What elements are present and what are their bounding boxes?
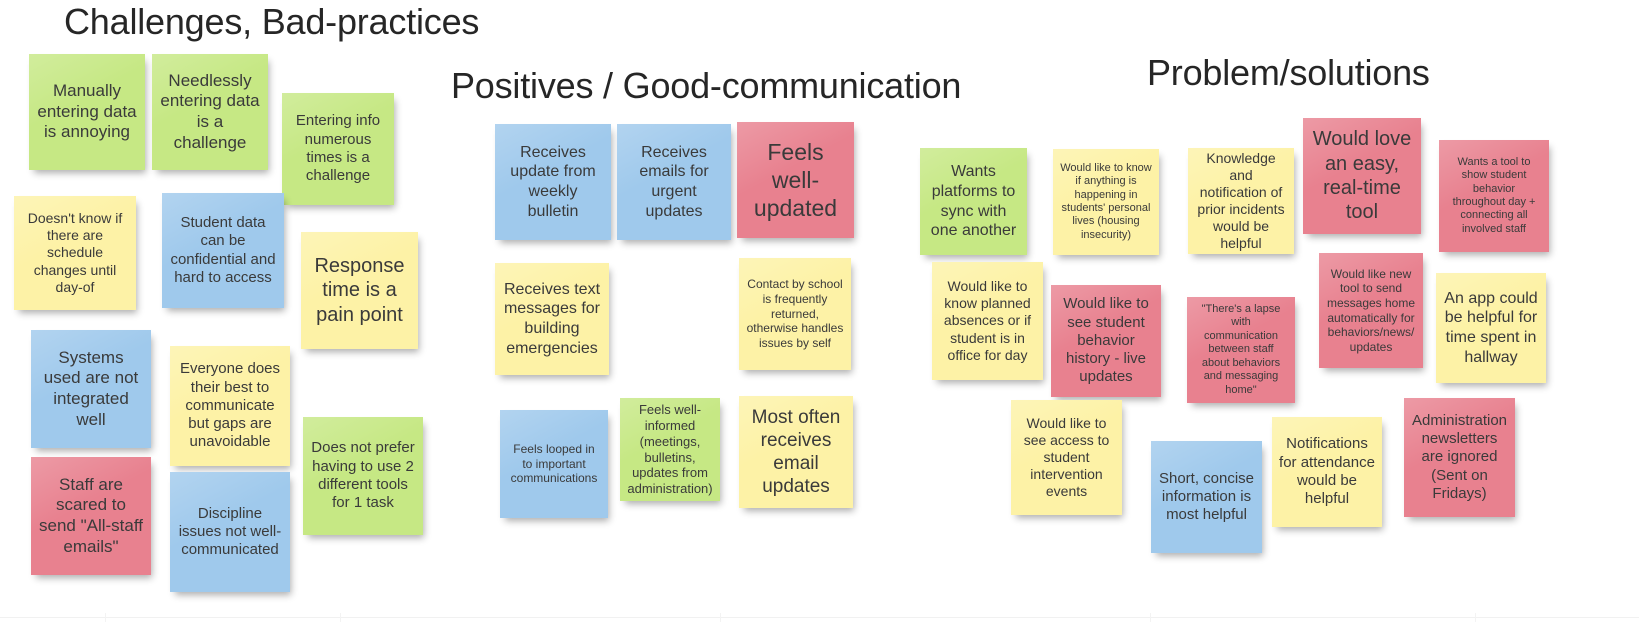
sticky-note-text: An app could be helpful for time spent i…: [1444, 289, 1538, 366]
sticky-note-text: Needlessly entering data is a challenge: [160, 70, 260, 152]
sticky-note-text: Administration newsletters are ignored (…: [1411, 411, 1508, 502]
sticky-note[interactable]: Would like new tool to send messages hom…: [1319, 253, 1423, 368]
sticky-note[interactable]: Response time is a pain point: [301, 232, 418, 349]
section-title-challenges: Challenges, Bad-practices: [64, 1, 480, 42]
bottom-divider: [0, 617, 1639, 618]
sticky-note[interactable]: Would love an easy, real-time tool: [1303, 118, 1421, 234]
section-title-problems: Problem/solutions: [1147, 52, 1430, 93]
sticky-note-text: Most often receives email updates: [751, 406, 841, 498]
sticky-note[interactable]: "There's a lapse with communication betw…: [1187, 297, 1295, 403]
sticky-note-text: Receives emails for urgent updates: [639, 143, 709, 220]
tick-mark: [105, 613, 106, 622]
sticky-note-text: Knowledge and notification of prior inci…: [1197, 149, 1285, 252]
sticky-note[interactable]: Contact by school is frequently returned…: [739, 258, 851, 370]
sticky-note-text: Feels well-informed (meetings, bulletins…: [627, 401, 713, 497]
sticky-note-text: Wants platforms to sync with one another: [930, 163, 1017, 240]
sticky-note[interactable]: Does not prefer having to use 2 differen…: [303, 417, 423, 535]
tick-mark: [1150, 613, 1151, 622]
sticky-note-text: Receives text messages for building emer…: [503, 280, 601, 357]
sticky-note[interactable]: Wants a tool to show student behavior th…: [1439, 140, 1549, 252]
sticky-note[interactable]: Everyone does their best to communicate …: [170, 346, 290, 466]
sticky-note[interactable]: Would like to know planned absences or i…: [932, 262, 1043, 380]
sticky-note-text: Would like to know if anything is happen…: [1060, 161, 1152, 241]
sticky-note-text: Manually entering data is annoying: [37, 80, 137, 142]
sticky-note-text: Discipline issues not well-communicated: [178, 504, 282, 559]
sticky-note[interactable]: Staff are scared to send "All-staff emai…: [31, 457, 151, 575]
sticky-note-text: Would love an easy, real-time tool: [1312, 128, 1412, 224]
sticky-note[interactable]: Would like to see student behavior histo…: [1051, 285, 1161, 397]
sticky-note[interactable]: Feels looped in to important communicati…: [500, 410, 608, 518]
sticky-note[interactable]: Knowledge and notification of prior inci…: [1188, 148, 1294, 254]
sticky-note-text: Contact by school is frequently returned…: [746, 277, 844, 350]
sticky-note-text: Feels looped in to important communicati…: [510, 442, 598, 486]
tick-mark: [720, 613, 721, 622]
sticky-note-text: Short, concise information is most helpf…: [1158, 469, 1255, 524]
sticky-note[interactable]: Receives emails for urgent updates: [617, 124, 731, 240]
sticky-note-text: Would like to know planned absences or i…: [943, 278, 1032, 363]
sticky-note[interactable]: Doesn't know if there are schedule chang…: [14, 196, 136, 310]
sticky-note[interactable]: Systems used are not integrated well: [31, 330, 151, 448]
sticky-note-text: Would like new tool to send messages hom…: [1326, 266, 1416, 354]
sticky-note[interactable]: Discipline issues not well-communicated: [170, 472, 290, 592]
sticky-note-text: Student data can be confidential and har…: [170, 213, 276, 286]
sticky-note-text: Feels well-updated: [753, 138, 838, 222]
sticky-note[interactable]: Notifications for attendance would be he…: [1272, 417, 1382, 527]
sticky-note[interactable]: Wants platforms to sync with one another: [920, 148, 1027, 255]
sticky-note-text: Receives update from weekly bulletin: [510, 143, 596, 220]
sticky-note-text: Does not prefer having to use 2 differen…: [311, 439, 415, 512]
sticky-note-text: Doesn't know if there are schedule chang…: [27, 210, 123, 295]
sticky-note[interactable]: Receives text messages for building emer…: [495, 263, 609, 375]
sticky-note[interactable]: Administration newsletters are ignored (…: [1404, 398, 1515, 517]
sticky-note[interactable]: Feels well-updated: [737, 122, 854, 238]
sticky-note[interactable]: Manually entering data is annoying: [29, 54, 145, 170]
section-title-positives: Positives / Good-communication: [451, 65, 962, 106]
sticky-note-text: "There's a lapse with communication betw…: [1201, 303, 1281, 396]
sticky-note-text: Entering info numerous times is a challe…: [295, 112, 381, 185]
sticky-note-text: Staff are scared to send "All-staff emai…: [39, 474, 143, 556]
sticky-note-text: Everyone does their best to communicate …: [179, 360, 281, 451]
sticky-note[interactable]: Student data can be confidential and har…: [162, 193, 284, 308]
sticky-note[interactable]: An app could be helpful for time spent i…: [1436, 273, 1546, 383]
sticky-note[interactable]: Receives update from weekly bulletin: [495, 124, 611, 240]
sticky-note[interactable]: Feels well-informed (meetings, bulletins…: [620, 398, 720, 501]
sticky-note[interactable]: Entering info numerous times is a challe…: [282, 93, 394, 205]
affinity-board: Challenges, Bad-practices Positives / Goo…: [0, 0, 1639, 626]
sticky-note-text: Response time is a pain point: [314, 254, 405, 326]
tick-mark: [1475, 613, 1476, 622]
sticky-note-text: Wants a tool to show student behavior th…: [1452, 155, 1536, 235]
sticky-note-text: Systems used are not integrated well: [43, 347, 139, 429]
sticky-note[interactable]: Most often receives email updates: [739, 396, 853, 508]
sticky-note-text: Would like to see student behavior histo…: [1063, 295, 1149, 386]
sticky-note[interactable]: Short, concise information is most helpf…: [1151, 441, 1262, 553]
sticky-note-text: Notifications for attendance would be he…: [1279, 435, 1375, 508]
sticky-note-text: Would like to see access to student inte…: [1023, 414, 1110, 500]
tick-mark: [340, 613, 341, 622]
sticky-note[interactable]: Would like to see access to student inte…: [1011, 400, 1122, 515]
sticky-note[interactable]: Needlessly entering data is a challenge: [152, 54, 268, 170]
sticky-note[interactable]: Would like to know if anything is happen…: [1053, 149, 1159, 255]
